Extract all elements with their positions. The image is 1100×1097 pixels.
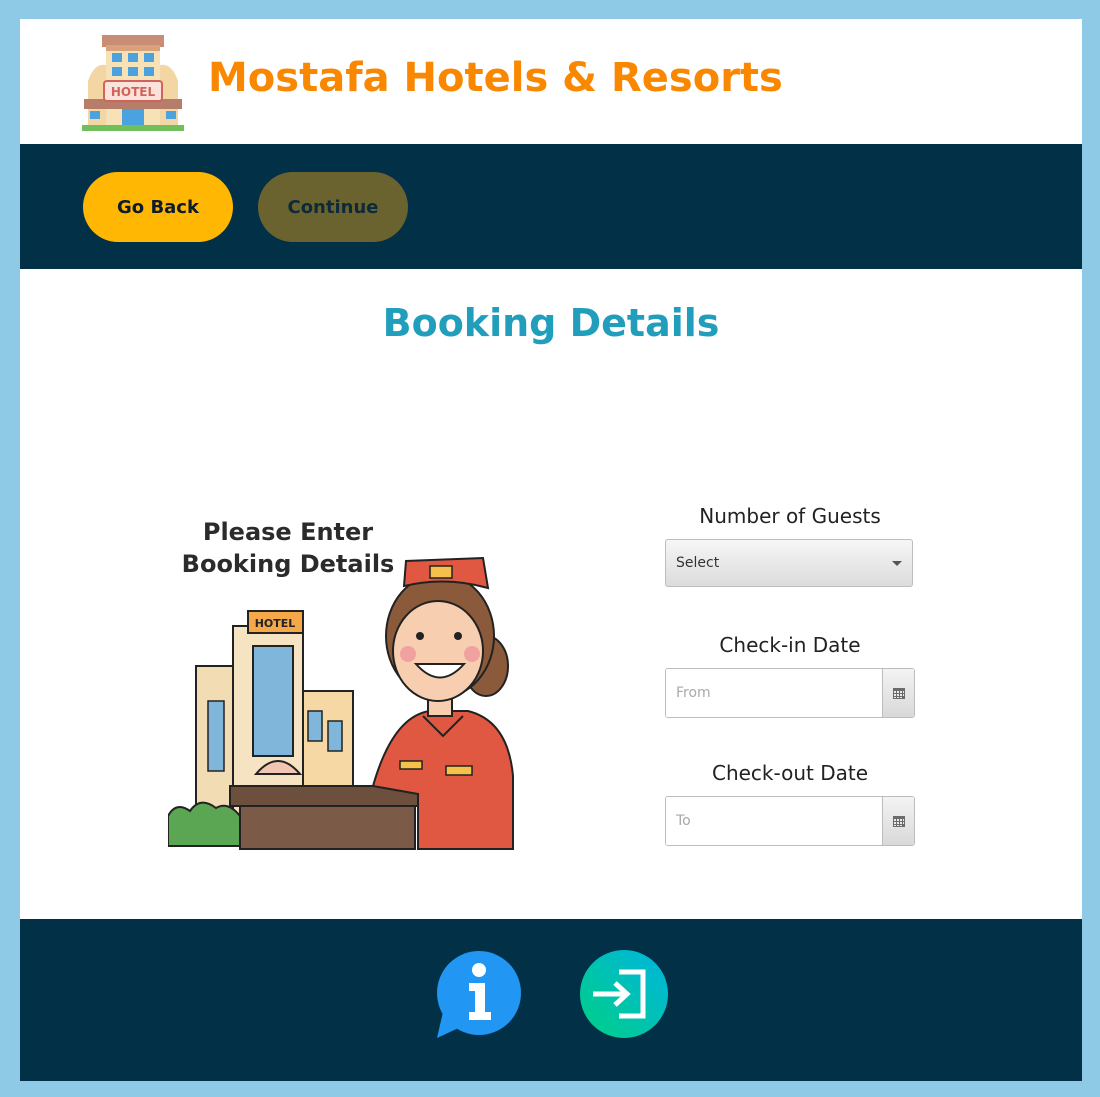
checkout-date-picker [665, 796, 915, 846]
checkin-label: Check-in Date [719, 633, 861, 657]
illustration-hotel-sign: HOTEL [255, 617, 296, 630]
app-window: HOTEL Mostafa Hotels & Resorts Go Back C… [20, 19, 1082, 1081]
checkout-date-input[interactable] [666, 797, 883, 845]
guests-select[interactable]: Select [665, 539, 913, 587]
header-bar: HOTEL Mostafa Hotels & Resorts [20, 19, 1082, 144]
app-title: Mostafa Hotels & Resorts [208, 55, 783, 101]
checkout-label: Check-out Date [711, 761, 869, 785]
login-enter-icon[interactable] [579, 950, 669, 1040]
calendar-icon [892, 687, 905, 699]
continue-button[interactable]: Continue [258, 172, 408, 242]
logo-sign-text: HOTEL [111, 85, 156, 99]
guests-select-value: Select [676, 555, 720, 571]
checkout-calendar-button[interactable] [882, 797, 914, 845]
go-back-button[interactable]: Go Back [83, 172, 233, 242]
checkin-date-input[interactable] [666, 669, 883, 717]
calendar-icon [892, 815, 905, 827]
footer-bar [20, 919, 1082, 1081]
toolbar: Go Back Continue [20, 144, 1082, 269]
checkin-date-picker [665, 668, 915, 718]
receptionist-illustration: Please Enter Booking Details HOTEL [168, 516, 518, 851]
info-bubble-icon[interactable] [433, 950, 523, 1040]
chevron-down-icon [892, 561, 902, 566]
checkin-calendar-button[interactable] [882, 669, 914, 717]
hotel-building-icon: HOTEL [82, 31, 184, 133]
page-title: Booking Details [382, 301, 720, 345]
guests-label: Number of Guests [699, 504, 881, 528]
